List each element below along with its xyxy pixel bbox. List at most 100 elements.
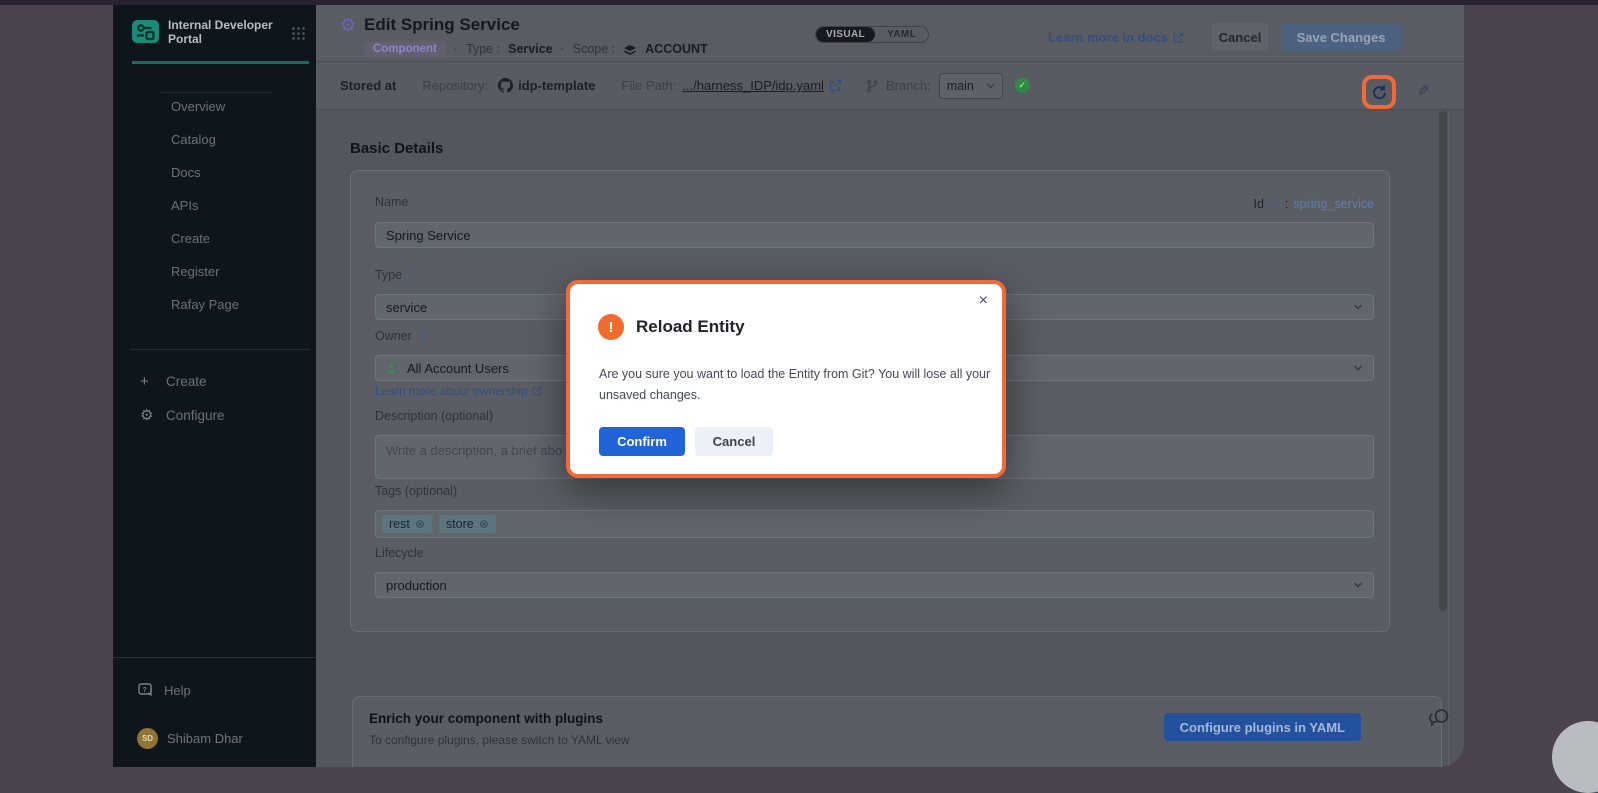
configure-plugins-button[interactable]: Configure plugins in YAML <box>1164 713 1361 741</box>
sidebar-create-button[interactable]: + Create <box>113 366 316 396</box>
user-name: Shibam Dhar <box>167 731 243 746</box>
configure-label: Configure <box>166 408 225 423</box>
sidebar-item-apis[interactable]: APIs <box>113 189 316 222</box>
plus-icon: + <box>140 373 166 390</box>
nav-divider <box>130 349 310 350</box>
github-icon <box>498 78 513 93</box>
ownership-link-label: Learn more about ownership <box>375 384 528 398</box>
save-changes-button[interactable]: Save Changes <box>1281 23 1401 51</box>
stored-at-info: Stored at Repository: idp-template File … <box>340 62 1030 109</box>
svg-text:?: ? <box>143 687 147 694</box>
ownership-link[interactable]: Learn more about ownership <box>375 384 542 398</box>
group-icon <box>386 362 400 374</box>
content-right-divider <box>1448 110 1449 767</box>
file-path-label: File Path: <box>621 78 676 93</box>
docs-link-label: Learn more in docs <box>1048 30 1168 45</box>
stored-at-label: Stored at <box>340 78 396 93</box>
info-icon: ⓘ <box>1269 196 1280 212</box>
avatar: SD <box>137 728 158 749</box>
warning-icon: ! <box>598 314 624 340</box>
branch-label: Branch: <box>886 78 931 93</box>
gear-icon: ⚙ <box>140 406 166 424</box>
name-input[interactable] <box>375 222 1374 248</box>
tag-chip: store⊗ <box>439 515 496 533</box>
sidebar-item-overview[interactable]: Overview <box>113 90 316 123</box>
external-link-icon[interactable] <box>829 79 842 92</box>
entity-meta-row: Component · Type : Service · Scope : ACC… <box>364 41 708 57</box>
plugins-title: Enrich your component with plugins <box>369 711 603 726</box>
lifecycle-select[interactable]: production <box>375 572 1374 598</box>
type-meta-value: Service <box>508 42 552 56</box>
gear-icon: ⚙ <box>340 15 356 36</box>
id-separator: : <box>1285 197 1288 211</box>
info-icon: ⓘ <box>407 267 418 283</box>
chevron-down-icon <box>1353 582 1363 588</box>
file-path-link[interactable]: .../harness_IDP/idp.yaml <box>682 78 824 93</box>
help-label: Help <box>164 683 191 698</box>
background-window-corner <box>1552 721 1598 793</box>
branch-select[interactable]: main <box>939 73 1003 99</box>
page-header: ⚙ Edit Spring Service Component · Type :… <box>316 5 1464 62</box>
tags-input[interactable]: rest⊗store⊗ <box>375 510 1374 538</box>
edit-yaml-icon[interactable]: ✎ <box>1417 82 1430 100</box>
confirm-button[interactable]: Confirm <box>599 427 685 456</box>
scope-meta-value: ACCOUNT <box>645 42 708 56</box>
visual-yaml-toggle: VISUALYAML <box>815 26 929 43</box>
chevron-down-icon <box>1353 365 1363 371</box>
external-link-icon <box>532 386 542 396</box>
sidebar-item-catalog[interactable]: Catalog <box>113 123 316 156</box>
repository-value[interactable]: idp-template <box>518 78 595 93</box>
chevron-down-icon <box>986 83 995 89</box>
harness-idp-logo-icon <box>132 20 159 43</box>
account-scope-icon <box>623 44 637 57</box>
id-label: Id <box>1253 197 1263 211</box>
sidebar: Internal Developer Portal OverviewCatalo… <box>113 5 316 767</box>
logo-row: Internal Developer Portal <box>132 18 306 56</box>
modal-cancel-button[interactable]: Cancel <box>695 427 773 456</box>
help-chat-icon: ? <box>138 683 154 698</box>
sidebar-item-create[interactable]: Create <box>113 222 316 255</box>
tags-label: Tags (optional) <box>375 484 457 498</box>
create-label: Create <box>166 374 207 389</box>
brand-underline <box>132 61 309 64</box>
type-meta-label: Type : <box>466 42 500 56</box>
close-icon[interactable]: × <box>979 292 988 310</box>
type-value: service <box>386 300 427 315</box>
view-toggle-yaml[interactable]: YAML <box>875 27 928 42</box>
feedback-bubbles-icon[interactable] <box>1428 708 1450 728</box>
plugins-subtitle: To configure plugins, please switch to Y… <box>369 733 630 747</box>
help-button[interactable]: ? Help <box>113 676 316 704</box>
lifecycle-label: Lifecycle <box>375 546 424 560</box>
sidebar-configure-button[interactable]: ⚙ Configure <box>113 400 316 430</box>
sync-status-icon: ✓ <box>1015 78 1030 93</box>
sidebar-item-register[interactable]: Register <box>113 255 316 288</box>
sidebar-item-docs[interactable]: Docs <box>113 156 316 189</box>
sidebar-nav: OverviewCatalogDocsAPIsCreateRegisterRaf… <box>113 90 316 321</box>
chevron-down-icon <box>1353 304 1363 310</box>
scope-meta-label: Scope : <box>573 42 615 56</box>
tag-remove-icon[interactable]: ⊗ <box>415 517 425 531</box>
entity-id-value[interactable]: spring_service <box>1293 197 1374 211</box>
reload-entity-button[interactable] <box>1362 75 1396 109</box>
docs-link[interactable]: Learn more in docs <box>1048 30 1184 45</box>
portal-title: Internal Developer Portal <box>168 18 278 46</box>
description-label: Description (optional) <box>375 409 493 423</box>
repository-label: Repository: <box>422 78 488 93</box>
user-menu[interactable]: SD Shibam Dhar <box>113 725 316 751</box>
sidebar-item-rafay-page[interactable]: Rafay Page <box>113 288 316 321</box>
git-branch-icon <box>866 79 878 93</box>
info-icon: ⓘ <box>417 328 428 344</box>
reload-entity-modal: × ! Reload Entity Are you sure you want … <box>566 280 1006 478</box>
modal-title: Reload Entity <box>636 317 745 337</box>
app-switcher-icon[interactable] <box>291 26 306 41</box>
tag-label: rest <box>389 517 410 531</box>
view-toggle-visual[interactable]: VISUAL <box>816 27 875 42</box>
tag-remove-icon[interactable]: ⊗ <box>479 517 489 531</box>
owner-value: All Account Users <box>407 361 509 376</box>
section-title: Basic Details <box>350 140 443 157</box>
scrollbar[interactable] <box>1439 111 1447 611</box>
type-label: Type ⓘ <box>375 267 418 283</box>
lifecycle-value: production <box>386 578 447 593</box>
owner-label: Owner ⓘ <box>375 328 428 344</box>
cancel-button[interactable]: Cancel <box>1212 23 1268 51</box>
